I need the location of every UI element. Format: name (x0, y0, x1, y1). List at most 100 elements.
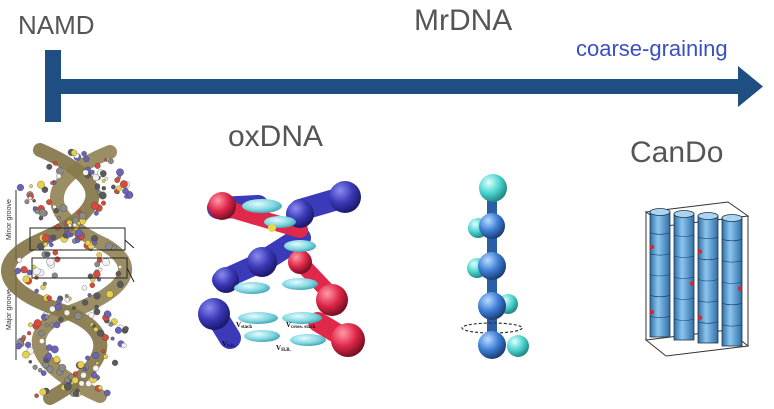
atom (40, 370, 47, 376)
atom (49, 242, 54, 248)
atom (32, 364, 38, 370)
atom (94, 183, 101, 189)
atom (82, 169, 89, 176)
atom (101, 179, 106, 183)
atom (68, 223, 72, 228)
atomistic-dna-figure: Minor groove Major groove (1, 143, 135, 405)
atom (50, 345, 59, 354)
atom (75, 229, 83, 237)
atom (62, 233, 68, 239)
atom (56, 173, 62, 179)
atom (44, 251, 51, 258)
atom (46, 295, 52, 301)
atom (93, 292, 101, 300)
atom (92, 364, 100, 372)
atom (94, 162, 101, 169)
atom (58, 363, 67, 372)
atom (76, 221, 81, 226)
atom (97, 329, 104, 337)
atom (120, 180, 128, 189)
oxdna-figure: Vstack Vcross. stack Vb.b. VH.B. (198, 181, 366, 360)
atom (22, 275, 30, 283)
atom (32, 206, 37, 210)
atom (82, 366, 88, 371)
atom (39, 388, 47, 396)
mrdna-label: MrDNA (414, 4, 513, 37)
atom (73, 371, 78, 377)
atom (49, 322, 55, 328)
atom (85, 355, 91, 361)
cando-bundle-figure (644, 201, 750, 357)
atom (64, 294, 69, 298)
atom (101, 200, 106, 206)
atom (49, 305, 56, 313)
atom (78, 380, 85, 387)
atom (94, 261, 101, 268)
atom (28, 360, 33, 364)
atom (101, 186, 106, 191)
atom (103, 310, 112, 318)
atom (114, 326, 122, 334)
atom (41, 234, 50, 242)
atom (59, 204, 68, 212)
atom (81, 285, 88, 291)
atom (33, 319, 42, 328)
atom (29, 184, 33, 188)
atom (39, 338, 45, 344)
atom (28, 322, 33, 328)
atom (63, 383, 72, 391)
atom (52, 161, 58, 166)
atom (28, 196, 33, 201)
atom (71, 306, 76, 310)
atom (122, 187, 129, 195)
atom (102, 334, 109, 341)
atom (14, 267, 21, 275)
atom (54, 256, 61, 263)
atom (83, 156, 90, 163)
arrow-shaft (45, 79, 745, 94)
atom (98, 267, 103, 272)
atom (98, 191, 107, 200)
atom (20, 266, 28, 274)
atom (38, 330, 45, 337)
atom (103, 354, 108, 359)
atom (100, 170, 107, 177)
cylinder-group (649, 208, 743, 347)
atom (50, 234, 57, 241)
helix-cylinder (649, 211, 671, 338)
atom (37, 180, 45, 189)
atom (34, 288, 39, 294)
major-groove-label: Major groove (6, 289, 13, 330)
atom (64, 297, 70, 303)
atom (92, 174, 100, 181)
atom (16, 183, 24, 192)
atom (84, 239, 91, 246)
atom (111, 184, 116, 190)
atom (72, 222, 77, 227)
atom (25, 341, 32, 348)
atom (91, 240, 97, 246)
helix-cylinder (697, 215, 719, 344)
atom (111, 359, 119, 366)
atom (101, 349, 106, 354)
atom (46, 199, 52, 205)
atom (64, 376, 71, 383)
atom (97, 385, 103, 390)
atom (114, 177, 121, 183)
atom (34, 393, 39, 398)
minor-groove-label: Minor groove (6, 199, 13, 240)
atom (78, 212, 87, 220)
atom (116, 168, 124, 177)
atom (42, 281, 47, 286)
atom (106, 290, 114, 298)
atom (38, 208, 47, 217)
atom (44, 323, 49, 328)
atom (63, 309, 71, 316)
atom (123, 326, 129, 332)
atom (105, 242, 113, 250)
mrdna-bead-figure (461, 174, 529, 359)
atom (95, 361, 100, 365)
atom (44, 314, 49, 320)
atom (54, 303, 62, 311)
atom (55, 224, 61, 230)
